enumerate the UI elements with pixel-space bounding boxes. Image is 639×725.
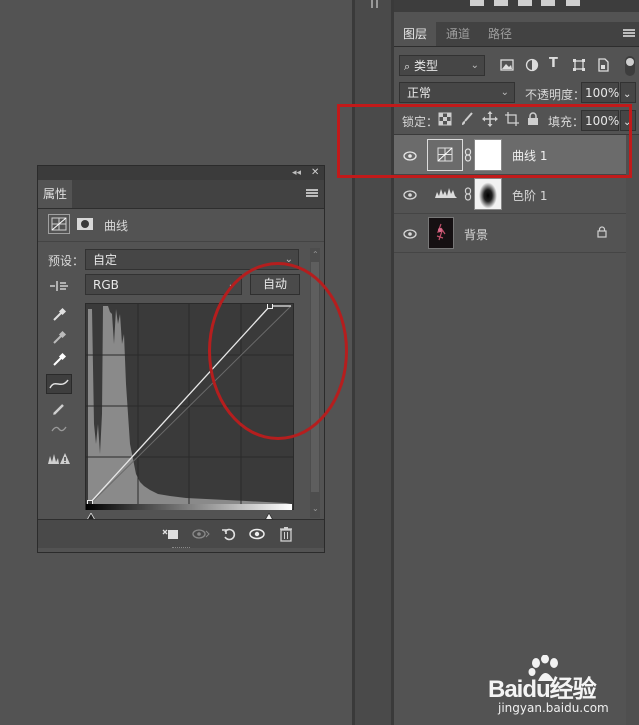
black-input-slider[interactable] (86, 510, 96, 521)
edit-points-curve-icon[interactable] (46, 374, 72, 394)
filter-smart-object-icon[interactable] (596, 58, 610, 72)
black-point-eyedropper-icon[interactable] (50, 306, 68, 324)
levels-layer-thumbnail[interactable] (434, 185, 458, 199)
filter-pixel-icon[interactable] (500, 58, 514, 72)
layers-tabbar: 图层 通道 路径 (394, 22, 639, 47)
panel-menu-icon[interactable] (306, 189, 318, 197)
dock-grip-icon[interactable] (371, 0, 373, 8)
opacity-dropdown-button[interactable]: ⌄ (620, 82, 636, 103)
toggle-visibility-icon[interactable] (248, 527, 266, 541)
delete-trash-icon[interactable] (279, 526, 293, 542)
chevron-down-icon: ⌄ (623, 89, 632, 100)
properties-tabbar: 属性 (38, 180, 324, 209)
highlight-annotation-rect (337, 104, 632, 178)
curves-adjustment-icon (48, 214, 70, 234)
layer-row-levels[interactable]: 色阶 1 (394, 175, 626, 214)
tool-icon[interactable] (494, 0, 508, 6)
input-gradient-bar (86, 504, 292, 510)
channel-dropdown[interactable]: RGB ⌄ (85, 274, 242, 295)
channel-value: RGB (93, 278, 119, 292)
layer-name[interactable]: 背景 (464, 226, 488, 243)
eye-visibility-icon[interactable] (403, 189, 417, 203)
mask-icon[interactable] (74, 214, 96, 234)
view-previous-state-icon[interactable] (191, 527, 211, 541)
layers-scrollbar[interactable] (626, 135, 639, 725)
chevron-down-icon: ⌄ (470, 60, 479, 71)
divider (38, 241, 324, 242)
resize-grip[interactable] (172, 547, 190, 551)
tool-icon[interactable] (566, 0, 580, 6)
scroll-up-icon[interactable]: ⌃ (312, 250, 319, 259)
toggle-knob (626, 58, 634, 66)
blend-mode-dropdown[interactable]: 正常 ⌄ (399, 82, 515, 103)
properties-header-title: 曲线 (104, 219, 129, 233)
layer-row-background[interactable]: 背景 (394, 214, 626, 253)
filter-shape-icon[interactable] (572, 58, 586, 72)
tool-icon[interactable] (470, 0, 484, 6)
white-point-eyedropper-icon[interactable] (50, 351, 68, 369)
dock-grip-icon[interactable] (376, 0, 378, 8)
preset-label: 预设： (48, 254, 85, 268)
clipping-warning-icon[interactable] (47, 450, 71, 466)
background-layer-thumbnail[interactable] (428, 217, 454, 249)
preset-value: 自定 (93, 253, 118, 267)
smooth-curve-icon[interactable] (50, 421, 68, 437)
tab-layers[interactable]: 图层 (394, 22, 436, 46)
filter-toggle[interactable] (625, 56, 635, 76)
filter-kind-dropdown[interactable]: ⌕ 类型 ⌄ (399, 55, 485, 76)
toolbar-top-strip (394, 0, 639, 12)
tab-channels[interactable]: 通道 (438, 22, 478, 46)
filter-adjustment-icon[interactable] (525, 58, 539, 72)
filter-kind-value: 类型 (414, 59, 439, 73)
tool-icon[interactable] (541, 0, 555, 6)
close-icon[interactable]: ✕ (311, 166, 319, 180)
blend-mode-value: 正常 (407, 86, 432, 100)
collapse-icon[interactable]: ◂◂ (292, 166, 301, 180)
tab-properties[interactable]: 属性 (38, 180, 72, 208)
tab-paths[interactable]: 路径 (480, 22, 520, 46)
chevron-down-icon: ⌄ (500, 87, 509, 98)
panel-menu-icon[interactable] (623, 29, 635, 37)
layer-name[interactable]: 色阶 1 (512, 187, 547, 204)
divider (394, 252, 626, 253)
layer-locked-icon[interactable] (597, 226, 607, 238)
layer-mask-thumbnail[interactable] (474, 178, 502, 210)
opacity-label: 不透明度： (525, 88, 586, 102)
filter-type-icon[interactable]: T (549, 57, 563, 71)
baidu-jingyan-watermark: Baidu经验 jingyan.baidu.com (488, 655, 636, 717)
gray-point-eyedropper-icon[interactable] (50, 329, 68, 347)
eye-visibility-icon[interactable] (403, 228, 417, 242)
properties-bottom-toolbar (38, 519, 324, 548)
highlight-annotation-ellipse (208, 262, 348, 440)
opacity-input[interactable]: 100% (581, 82, 619, 103)
target-adjust-hand-icon[interactable] (48, 278, 70, 294)
pencil-draw-icon[interactable] (50, 400, 68, 418)
link-chain-icon[interactable] (464, 187, 472, 201)
clip-to-layer-icon[interactable] (162, 527, 180, 541)
tool-icon[interactable] (518, 0, 532, 6)
watermark-brand: Baidu经验 (488, 676, 597, 703)
white-input-slider[interactable] (264, 510, 274, 521)
reset-icon[interactable] (221, 526, 237, 542)
properties-panel-titlebar[interactable]: ◂◂ ✕ (38, 166, 324, 180)
watermark-url: jingyan.baidu.com (498, 701, 609, 715)
scroll-down-icon[interactable]: ⌄ (312, 504, 319, 513)
search-icon: ⌕ (404, 60, 411, 73)
